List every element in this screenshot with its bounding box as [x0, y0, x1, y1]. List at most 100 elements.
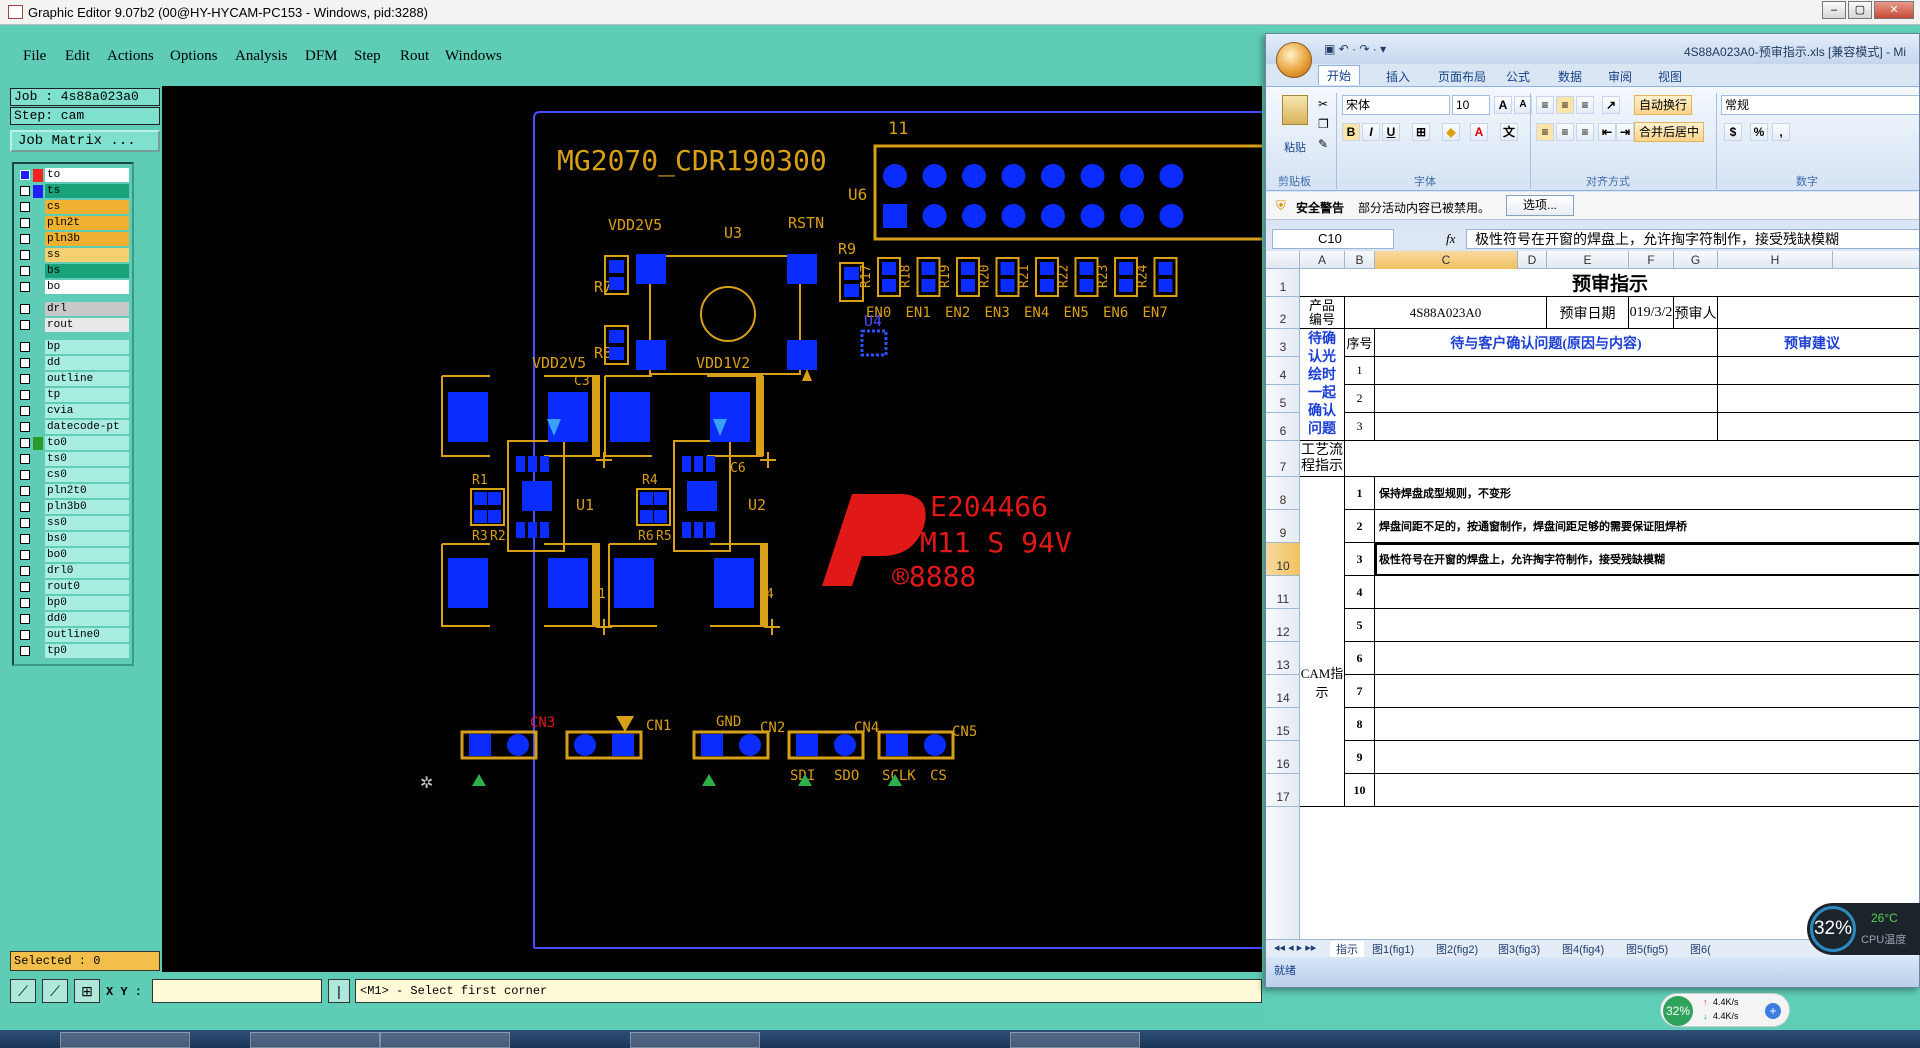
align-middle-button[interactable]: ≡ — [1556, 96, 1574, 114]
product-no[interactable]: 4S88A023A0 — [1345, 297, 1547, 329]
cpu-monitor-widget[interactable]: 32% 26°C CPU温度 — [1807, 903, 1920, 955]
layer-checkbox[interactable] — [20, 422, 30, 432]
name-box[interactable]: C10 — [1272, 229, 1394, 249]
decrease-indent-button[interactable]: ⇤ — [1598, 123, 1616, 141]
row-header[interactable]: 9 — [1266, 510, 1300, 543]
layer-row[interactable]: bo — [17, 279, 129, 295]
layer-name[interactable]: rout — [45, 318, 129, 332]
cam-label[interactable]: CAM指示 — [1300, 477, 1345, 807]
sheet-tab[interactable]: 图6( — [1690, 941, 1711, 957]
cam-item[interactable] — [1375, 675, 1919, 708]
number-format-field[interactable]: 常规 — [1721, 95, 1919, 115]
cam-seq-number[interactable]: 2 — [1345, 510, 1375, 543]
layer-checkbox[interactable] — [20, 358, 30, 368]
layer-row[interactable]: pln3b0 — [17, 499, 129, 515]
minimize-button[interactable]: – — [1822, 1, 1846, 19]
layer-row[interactable]: outline — [17, 371, 129, 387]
menu-step[interactable]: Step — [354, 48, 381, 65]
security-options-button[interactable]: 选项... — [1506, 195, 1574, 216]
layer-row[interactable]: ss — [17, 247, 129, 263]
layer-checkbox[interactable] — [20, 646, 30, 656]
sheet-title[interactable]: 预审指示 — [1300, 269, 1919, 297]
process-cell[interactable] — [1345, 441, 1919, 477]
row-header[interactable]: 2 — [1266, 297, 1300, 329]
review-date[interactable]: 2019/3/25 — [1629, 297, 1674, 329]
sheet-tab[interactable]: 图4(fig4) — [1562, 941, 1604, 957]
row-header[interactable]: 1 — [1266, 269, 1300, 297]
wrap-text-button[interactable]: 自动换行 — [1634, 95, 1693, 115]
orientation-button[interactable]: ↗ — [1602, 96, 1620, 114]
seq-number[interactable]: 1 — [1345, 357, 1375, 385]
select-all-corner[interactable] — [1266, 251, 1300, 269]
suggest-cell[interactable] — [1718, 385, 1919, 413]
job-matrix-button[interactable]: Job Matrix ... — [10, 130, 160, 152]
layer-name[interactable]: bo0 — [45, 548, 129, 562]
formula-input[interactable]: 极性符号在开窗的焊盘上，允许掏字符制作，接受残缺模糊 — [1466, 229, 1919, 249]
layer-checkbox[interactable] — [20, 454, 30, 464]
currency-button[interactable]: $ — [1724, 123, 1742, 141]
align-top-button[interactable]: ≡ — [1536, 96, 1554, 114]
layer-name[interactable]: rout0 — [45, 580, 129, 594]
font-size-field[interactable]: 10 — [1452, 95, 1490, 115]
border-button[interactable]: ⊞ — [1412, 123, 1430, 141]
align-right-button[interactable]: ≡ — [1576, 123, 1594, 141]
cam-seq-number[interactable]: 1 — [1345, 477, 1375, 510]
suggest-header[interactable]: 预审建议 — [1718, 329, 1919, 357]
layer-checkbox[interactable] — [20, 342, 30, 352]
row-header[interactable]: 12 — [1266, 609, 1300, 642]
layer-checkbox[interactable] — [20, 598, 30, 608]
grow-font-button[interactable]: A — [1494, 96, 1512, 114]
suggest-cell[interactable] — [1718, 357, 1919, 385]
product-no-label[interactable]: 产品编号 — [1300, 297, 1345, 329]
snap-tool-button[interactable]: ⟋ — [10, 979, 36, 1003]
layer-name[interactable]: dd0 — [45, 612, 129, 626]
layer-row[interactable]: drl0 — [17, 563, 129, 579]
taskbar-item[interactable] — [630, 1032, 760, 1048]
layer-name[interactable]: to — [45, 168, 129, 182]
taskbar-item[interactable] — [380, 1032, 510, 1048]
layer-name[interactable]: ss — [45, 248, 129, 262]
layer-row[interactable]: pln3b — [17, 231, 129, 247]
sheet-tab[interactable]: 图2(fig2) — [1436, 941, 1478, 957]
layer-checkbox[interactable] — [20, 282, 30, 292]
cam-seq-number[interactable]: 10 — [1345, 774, 1375, 807]
layer-row[interactable]: cvia — [17, 403, 129, 419]
layer-checkbox[interactable] — [20, 566, 30, 576]
suggest-cell[interactable] — [1718, 413, 1919, 441]
cam-item[interactable] — [1375, 741, 1919, 774]
tab-page-layout[interactable]: 页面布局 — [1438, 68, 1486, 85]
menu-dfm[interactable]: DFM — [305, 48, 338, 65]
row-header[interactable]: 4 — [1266, 357, 1300, 385]
layer-name[interactable]: tp — [45, 388, 129, 402]
layer-checkbox[interactable] — [20, 304, 30, 314]
layer-name[interactable]: drl0 — [45, 564, 129, 578]
issue-cell[interactable] — [1375, 385, 1718, 413]
cad-canvas[interactable]: MG2070_CDR190300 11 U6 VDD2V5 U3 RSTN R9… — [162, 86, 1262, 972]
layer-checkbox[interactable] — [20, 266, 30, 276]
layer-checkbox[interactable] — [20, 534, 30, 544]
paste-label[interactable]: 粘贴 — [1284, 139, 1306, 155]
merge-center-button[interactable]: 合并后居中 — [1634, 122, 1705, 142]
row-header[interactable]: 11 — [1266, 576, 1300, 609]
align-bottom-button[interactable]: ≡ — [1576, 96, 1594, 114]
sheet-tab[interactable]: 图1(fig1) — [1372, 941, 1414, 957]
layer-checkbox[interactable] — [20, 218, 30, 228]
layer-checkbox[interactable] — [20, 374, 30, 384]
cam-item[interactable]: 焊盘间距不足的，按通窗制作，焊盘间距足够的需要保证阻焊桥 — [1375, 510, 1919, 543]
layer-name[interactable]: bs0 — [45, 532, 129, 546]
layer-checkbox[interactable] — [20, 582, 30, 592]
review-date-label[interactable]: 预审日期 — [1547, 297, 1629, 329]
row-header[interactable]: 6 — [1266, 413, 1300, 441]
grid-tool-button[interactable]: ⊞ — [74, 979, 100, 1003]
layer-row[interactable]: bs0 — [17, 531, 129, 547]
sheet-tab[interactable]: 图3(fig3) — [1498, 941, 1540, 957]
cut-icon[interactable]: ✂ — [1318, 97, 1328, 111]
col-header-e[interactable]: E — [1547, 251, 1629, 269]
row-header[interactable]: 8 — [1266, 477, 1300, 510]
layer-row[interactable]: to0 — [17, 435, 129, 451]
pending-issues-label[interactable]: 待确认光绘时一起确认问题 — [1300, 329, 1345, 441]
maximize-button[interactable]: ▢ — [1848, 1, 1872, 19]
layer-name[interactable]: datecode-pt — [45, 420, 129, 434]
customer-confirm-header[interactable]: 待与客户确认问题(原因与内容) — [1375, 329, 1718, 357]
paste-icon[interactable] — [1282, 95, 1308, 125]
